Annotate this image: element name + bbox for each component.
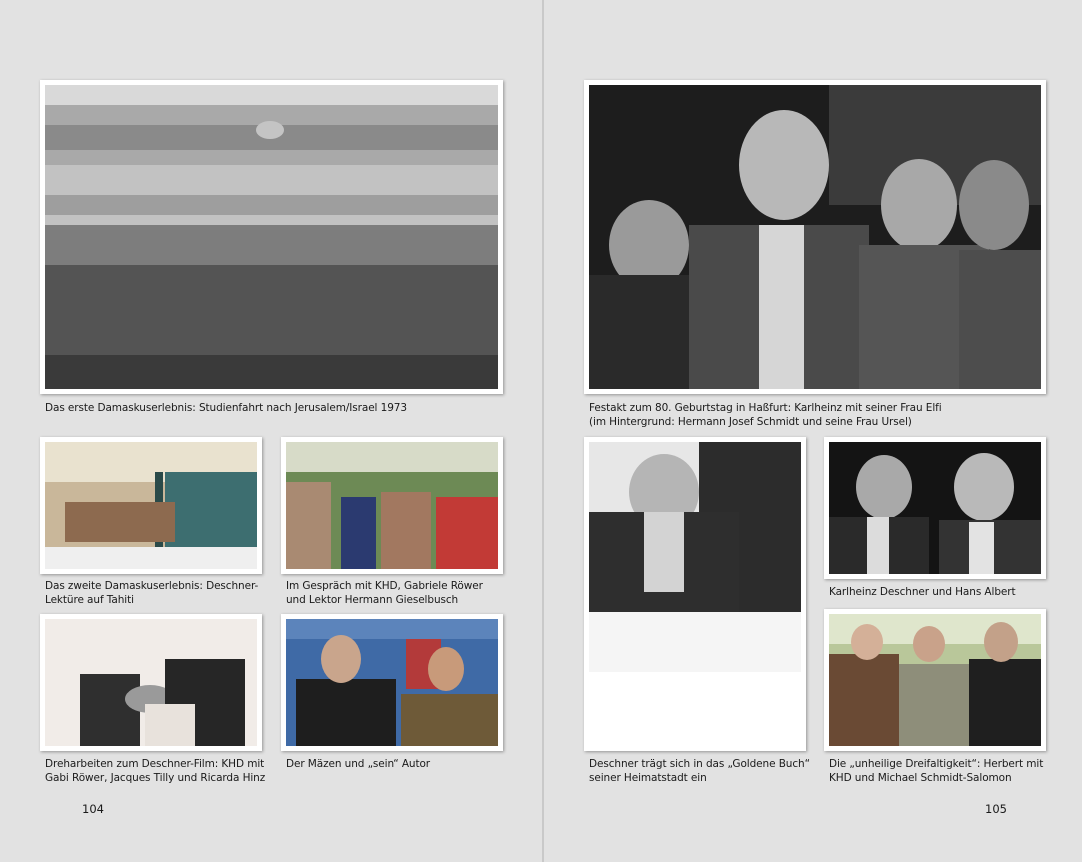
caption-line: Der Mäzen und „sein“ Autor [286, 758, 431, 770]
photo-image [45, 442, 257, 569]
photo-jerusalem-group [40, 80, 503, 394]
caption-line: (im Hintergrund: Hermann Josef Schmidt u… [589, 416, 912, 428]
photo-image [829, 614, 1041, 746]
caption-maezen: Der Mäzen und „sein“ Autor [286, 757, 430, 771]
caption-tahiti: Das zweite Damaskuserlebnis: Deschner- L… [45, 579, 258, 607]
photo-tahiti [40, 437, 262, 574]
photo-festakt [584, 80, 1046, 394]
photo-image [589, 85, 1041, 389]
caption-line: Die „unheilige Dreifaltigkeit“: Herbert … [829, 758, 1044, 770]
caption-dreifaltigkeit: Die „unheilige Dreifaltigkeit“: Herbert … [829, 757, 1043, 785]
photo-gespraech [281, 437, 503, 574]
caption-goldenes-buch: Deschner trägt sich in das „Goldene Buch… [589, 757, 810, 785]
caption-albert: Karlheinz Deschner und Hans Albert [829, 585, 1016, 599]
photo-dreharbeiten [40, 614, 262, 751]
caption-line: Karlheinz Deschner und Hans Albert [829, 586, 1016, 598]
photo-image [286, 619, 498, 746]
caption-line: Dreharbeiten zum Deschner-Film: KHD mit [45, 758, 265, 770]
caption-gespraech: Im Gespräch mit KHD, Gabriele Röwer und … [286, 579, 483, 607]
photo-goldenes-buch [584, 437, 806, 751]
photo-image [589, 442, 801, 746]
caption-line: Gabi Röwer, Jacques Tilly und Ricarda Hi… [45, 772, 266, 784]
caption-dreharbeiten: Dreharbeiten zum Deschner-Film: KHD mit … [45, 757, 265, 785]
caption-line: Deschner trägt sich in das „Goldene Buch… [589, 758, 810, 770]
caption-line: Das zweite Damaskuserlebnis: Deschner- [45, 580, 259, 592]
caption-line: seiner Heimatstadt ein [589, 772, 707, 784]
caption-line: Lektüre auf Tahiti [45, 594, 134, 606]
photo-maezen [281, 614, 503, 751]
page-number-left: 104 [82, 802, 104, 816]
photo-image [45, 619, 257, 746]
photo-image [45, 85, 498, 389]
caption-festakt: Festakt zum 80. Geburtstag in Haßfurt: K… [589, 401, 942, 429]
photo-dreifaltigkeit [824, 609, 1046, 751]
page-number-right: 105 [985, 802, 1007, 816]
photo-image [286, 442, 498, 569]
caption-line: und Lektor Hermann Gieselbusch [286, 594, 459, 606]
caption-line: Das erste Damaskuserlebnis: Studienfahrt… [45, 402, 407, 414]
caption-jerusalem: Das erste Damaskuserlebnis: Studienfahrt… [45, 401, 407, 415]
caption-line: Im Gespräch mit KHD, Gabriele Röwer [286, 580, 483, 592]
caption-line: Festakt zum 80. Geburtstag in Haßfurt: K… [589, 402, 942, 414]
photo-image [829, 442, 1041, 574]
caption-line: KHD und Michael Schmidt-Salomon [829, 772, 1012, 784]
photo-albert [824, 437, 1046, 579]
